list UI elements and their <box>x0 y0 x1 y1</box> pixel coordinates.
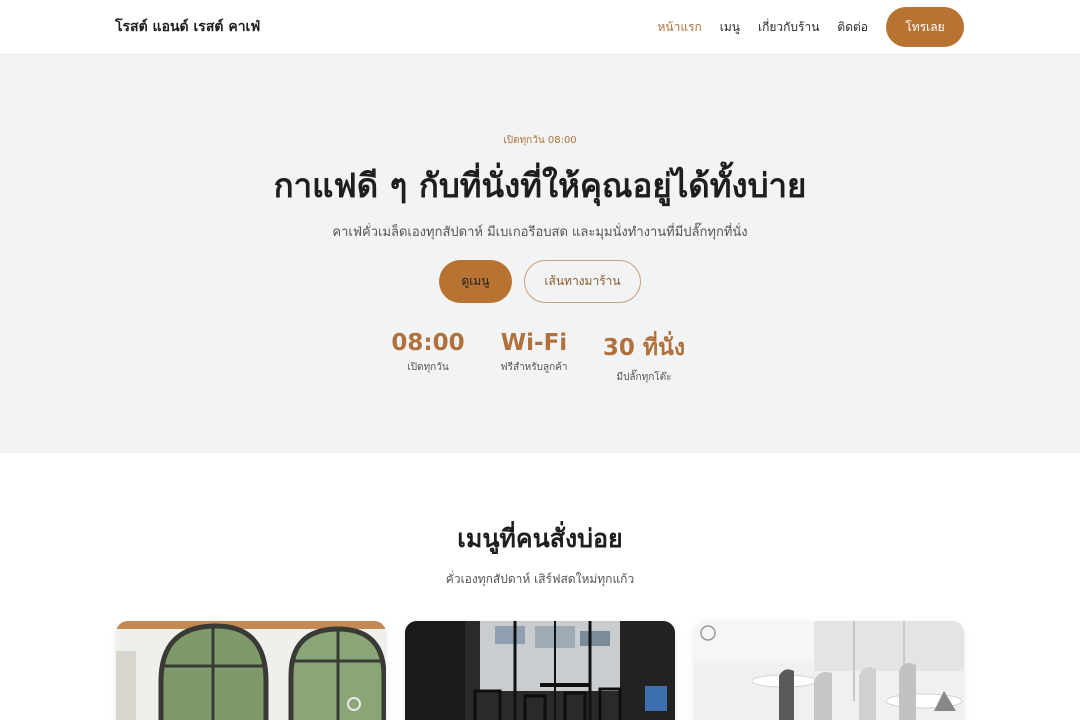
menu-card-image[interactable] <box>116 621 386 720</box>
directions-button[interactable]: เส้นทางมาร้าน <box>524 260 641 303</box>
cafe-window-photo <box>116 621 386 720</box>
white-cafe-photo <box>694 621 964 720</box>
view-menu-button[interactable]: ดูเมนู <box>439 260 512 303</box>
stat-value: 30 ที่นั่ง <box>602 335 686 361</box>
hero-subtitle: คาเฟ่คั่วเมล็ดเองทุกสัปดาห์ มีเบเกอรีอบส… <box>332 225 748 240</box>
main-nav: หน้าแรก เมนู เกี่ยวกับร้าน ติดต่อ โทรเลย <box>657 7 964 47</box>
menu-card-image[interactable] <box>405 621 675 720</box>
stat-label: เปิดทุกวัน <box>407 362 449 373</box>
nav-menu[interactable]: เมนู <box>720 18 740 37</box>
hero-section: เปิดทุกวัน 08:00 กาแฟดี ๆ กับที่นั่งที่ใ… <box>0 55 1080 453</box>
cafe-interior-photo <box>405 621 675 720</box>
stat-wifi: Wi-Fi ฟรีสำหรับลูกค้า <box>497 330 571 375</box>
nav-about[interactable]: เกี่ยวกับร้าน <box>758 18 819 37</box>
hero-title: กาแฟดี ๆ กับที่นั่งที่ให้คุณอยู่ได้ทั้งบ… <box>273 166 807 205</box>
menu-section-subtitle: คั่วเองทุกสัปดาห์ เสิร์ฟสดใหม่ทุกแก้ว <box>445 572 635 586</box>
brand-logo[interactable]: โรสต์ แอนด์ เรสต์ คาเฟ่ <box>115 0 260 54</box>
stat-seats: 30 ที่นั่ง มีปลั๊กทุกโต๊ะ <box>597 330 691 385</box>
call-now-button[interactable]: โทรเลย <box>886 7 964 47</box>
menu-card-image[interactable] <box>694 621 964 720</box>
stat-value: 08:00 <box>391 330 465 356</box>
site-header: โรสต์ แอนด์ เรสต์ คาเฟ่ หน้าแรก เมนู เกี… <box>0 0 1080 55</box>
nav-contact[interactable]: ติดต่อ <box>837 18 868 37</box>
menu-section-title: เมนูที่คนสั่งบ่อย <box>457 524 623 553</box>
stat-label: มีปลั๊กทุกโต๊ะ <box>616 372 672 383</box>
stat-value: Wi-Fi <box>500 330 568 356</box>
nav-home[interactable]: หน้าแรก <box>657 18 701 37</box>
stat-opening-time: 08:00 เปิดทุกวัน <box>388 330 468 375</box>
stat-label: ฟรีสำหรับลูกค้า <box>500 362 568 373</box>
hero-eyebrow: เปิดทุกวัน 08:00 <box>503 135 577 146</box>
